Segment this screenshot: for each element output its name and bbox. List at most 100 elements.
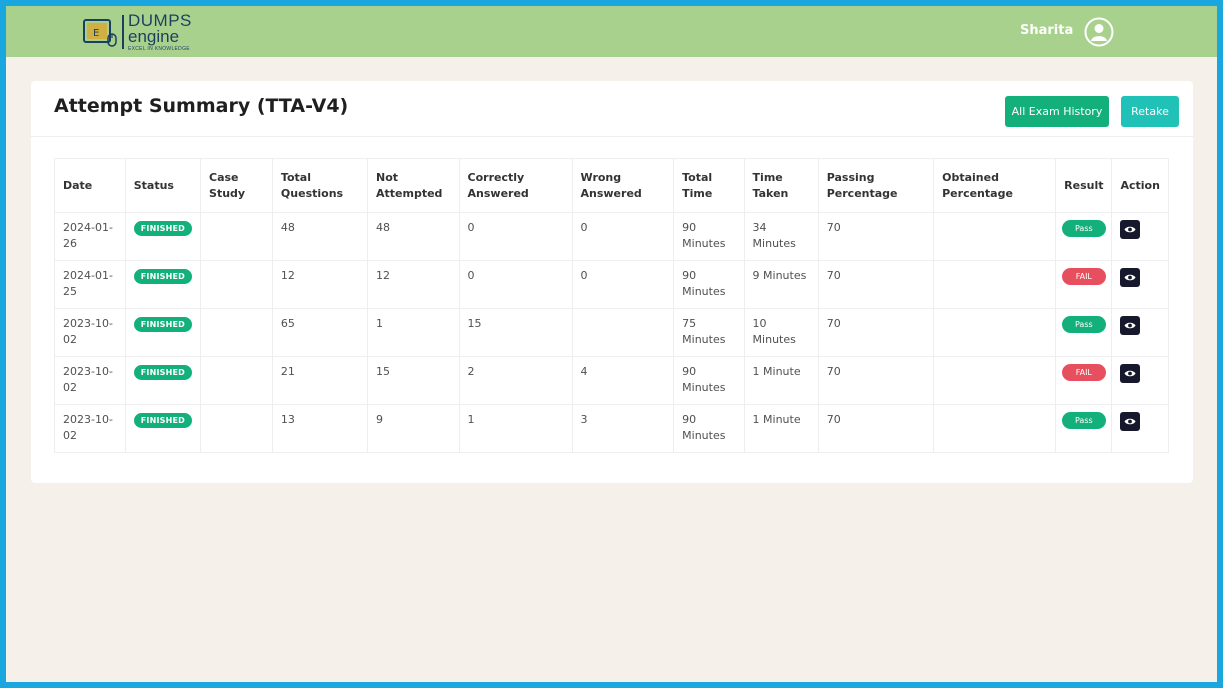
col-time-taken: Time Taken: [743, 158, 819, 213]
attempt-summary-table: Date Status Case Study Total Questions N…: [54, 158, 1169, 453]
col-correctly-answered: Correctly Answered: [458, 158, 573, 213]
result-pass-badge: Pass: [1061, 412, 1106, 429]
cell-total-time: 90 Minutes: [673, 404, 745, 453]
cell-total-time: 90 Minutes: [673, 260, 745, 309]
cell-date: 2024-01-26: [54, 212, 126, 261]
cell-correctly-answered: 0: [458, 212, 573, 261]
logo-wordmark: DUMPS engine EXCEL IN KNOWLEDGE: [128, 12, 192, 52]
status-badge: FINISHED: [133, 269, 193, 284]
cell-correctly-answered: 1: [458, 404, 573, 453]
cell-action: [1111, 404, 1169, 453]
cell-result: FAIL: [1055, 356, 1113, 405]
cell-date: 2023-10-02: [54, 356, 126, 405]
col-passing-percentage: Passing Percentage: [817, 158, 935, 213]
attempt-summary-card: Attempt Summary (TTA-V4) All Exam Histor…: [31, 81, 1193, 483]
col-date: Date: [54, 158, 126, 213]
view-attempt-button[interactable]: [1120, 268, 1141, 287]
cell-passing-percentage: 70: [817, 260, 935, 309]
result-fail-badge: FAIL: [1061, 364, 1106, 381]
cell-total-time: 90 Minutes: [673, 212, 745, 261]
cell-status: FINISHED: [124, 308, 202, 357]
cell-action: [1111, 308, 1169, 357]
app-frame: E DUMPS engine EXCEL IN KNOWLEDGE Sharit…: [0, 0, 1223, 688]
brand-logo[interactable]: E DUMPS engine EXCEL IN KNOWLEDGE: [82, 12, 222, 52]
cell-time-taken: 1 Minute: [743, 404, 819, 453]
logo-line2: engine: [128, 27, 180, 46]
cell-total-questions: 13: [271, 404, 369, 453]
cell-time-taken: 1 Minute: [743, 356, 819, 405]
cell-wrong-answered: [571, 308, 675, 357]
status-badge: FINISHED: [133, 221, 193, 236]
cell-wrong-answered: 4: [571, 356, 675, 405]
cell-result: Pass: [1055, 212, 1113, 261]
eye-icon: [1124, 370, 1136, 377]
cell-not-attempted: 9: [367, 404, 460, 453]
view-attempt-button[interactable]: [1120, 364, 1141, 383]
cell-passing-percentage: 70: [817, 404, 935, 453]
table-row: 2023-10-02 FINISHED 21 15 2 4 90 Minutes…: [54, 356, 1169, 405]
cell-not-attempted: 1: [367, 308, 460, 357]
table-header: Date Status Case Study Total Questions N…: [54, 158, 1169, 213]
cell-status: FINISHED: [124, 212, 202, 261]
result-pass-badge: Pass: [1061, 220, 1106, 237]
table-row: 2023-10-02 FINISHED 65 1 15 75 Minutes 1…: [54, 308, 1169, 357]
header-row: Date Status Case Study Total Questions N…: [54, 158, 1169, 213]
cell-correctly-answered: 0: [458, 260, 573, 309]
cell-obtained-percentage: [933, 212, 1057, 261]
cell-case-study: [200, 308, 273, 357]
cell-passing-percentage: 70: [817, 356, 935, 405]
view-attempt-button[interactable]: [1120, 316, 1141, 335]
table-body: 2024-01-26 FINISHED 48 48 0 0 90 Minutes…: [54, 212, 1169, 453]
eye-icon: [1124, 226, 1136, 233]
cell-total-time: 75 Minutes: [673, 308, 745, 357]
cell-case-study: [200, 212, 273, 261]
cell-time-taken: 9 Minutes: [743, 260, 819, 309]
cell-not-attempted: 12: [367, 260, 460, 309]
retake-button[interactable]: Retake: [1121, 96, 1179, 127]
user-avatar-icon[interactable]: [1084, 17, 1114, 47]
cell-total-questions: 65: [271, 308, 369, 357]
cell-not-attempted: 48: [367, 212, 460, 261]
cell-total-questions: 12: [271, 260, 369, 309]
cell-obtained-percentage: [933, 260, 1057, 309]
cell-result: Pass: [1055, 404, 1113, 453]
col-total-questions: Total Questions: [271, 158, 369, 213]
cell-obtained-percentage: [933, 404, 1057, 453]
cell-status: FINISHED: [124, 260, 202, 309]
cell-case-study: [200, 356, 273, 405]
col-case-study: Case Study: [200, 158, 273, 213]
cell-action: [1111, 260, 1169, 309]
cell-date: 2023-10-02: [54, 404, 126, 453]
view-attempt-button[interactable]: [1120, 220, 1141, 239]
status-badge: FINISHED: [133, 365, 193, 380]
col-wrong-answered: Wrong Answered: [571, 158, 675, 213]
cell-correctly-answered: 15: [458, 308, 573, 357]
cell-correctly-answered: 2: [458, 356, 573, 405]
user-name[interactable]: Sharita: [1020, 23, 1073, 38]
view-attempt-button[interactable]: [1120, 412, 1141, 431]
col-status: Status: [124, 158, 202, 213]
cell-passing-percentage: 70: [817, 308, 935, 357]
all-exam-history-button[interactable]: All Exam History: [1005, 96, 1109, 127]
status-badge: FINISHED: [133, 317, 193, 332]
logo-divider: [122, 15, 124, 49]
eye-icon: [1124, 322, 1136, 329]
cell-wrong-answered: 0: [571, 212, 675, 261]
cell-result: Pass: [1055, 308, 1113, 357]
col-result: Result: [1055, 158, 1113, 213]
cell-date: 2024-01-25: [54, 260, 126, 309]
cell-total-time: 90 Minutes: [673, 356, 745, 405]
cell-total-questions: 21: [271, 356, 369, 405]
cell-wrong-answered: 3: [571, 404, 675, 453]
svg-text:E: E: [93, 28, 99, 39]
cell-case-study: [200, 404, 273, 453]
cell-total-questions: 48: [271, 212, 369, 261]
cell-status: FINISHED: [124, 356, 202, 405]
col-obtained-percentage: Obtained Percentage: [933, 158, 1057, 213]
cell-wrong-answered: 0: [571, 260, 675, 309]
cell-time-taken: 10 Minutes: [743, 308, 819, 357]
cell-case-study: [200, 260, 273, 309]
col-action: Action: [1111, 158, 1169, 213]
cell-result: FAIL: [1055, 260, 1113, 309]
col-not-attempted: Not Attempted: [367, 158, 460, 213]
